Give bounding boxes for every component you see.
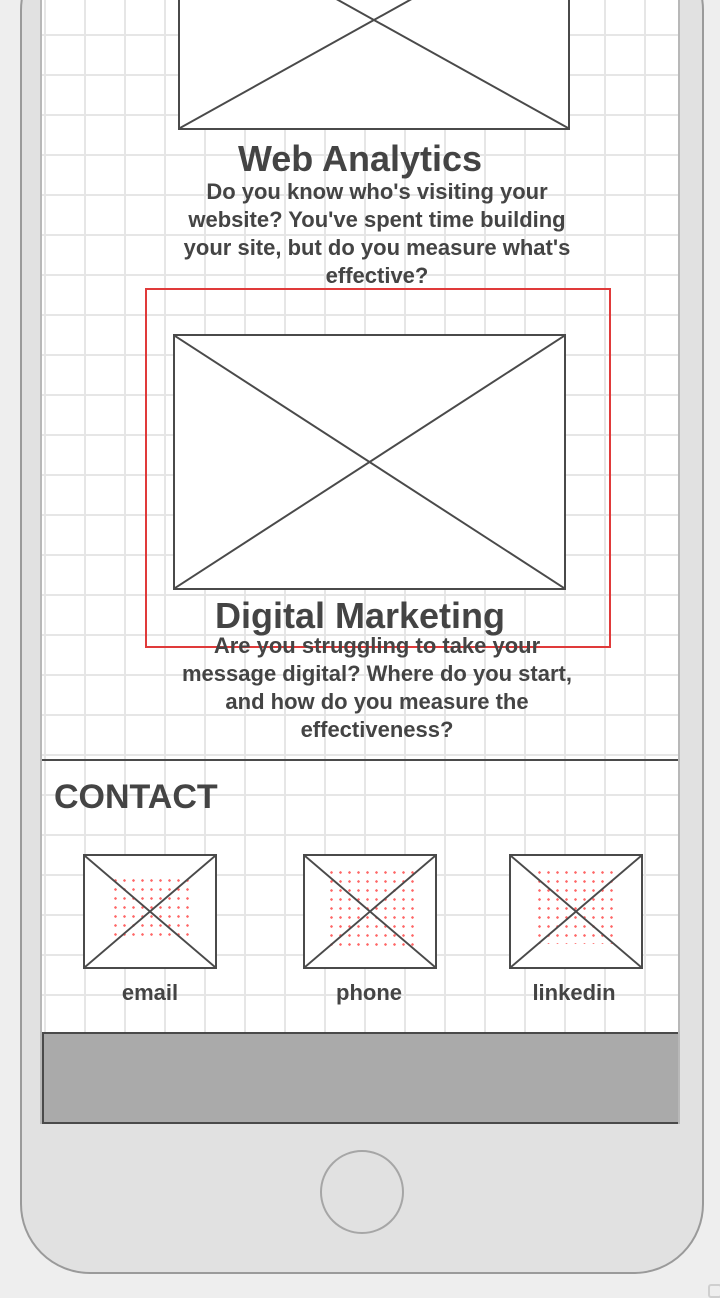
digital-marketing-line: effectiveness? — [300, 717, 454, 742]
linkedin-icon[interactable] — [509, 854, 643, 969]
email-icon[interactable] — [83, 854, 217, 969]
email-label[interactable]: email — [70, 980, 230, 1006]
web-analytics-description: Do you know who's visiting your website?… — [142, 178, 612, 290]
contact-heading: CONTACT — [54, 778, 218, 816]
web-analytics-line: Do you know who's visiting your — [206, 179, 548, 204]
web-analytics-line: website? You've spent time building — [188, 207, 566, 232]
digital-marketing-line: and how do you measure the — [225, 689, 529, 714]
section-divider — [42, 759, 678, 761]
web-analytics-line: your site, but do you measure what's — [183, 235, 571, 260]
footer-bar — [42, 1032, 678, 1124]
digital-marketing-line: Are you struggling to take your — [213, 633, 541, 658]
digital-marketing-title: Digital Marketing — [214, 595, 506, 636]
phone-label[interactable]: phone — [289, 980, 449, 1006]
phone-icon[interactable] — [303, 854, 437, 969]
web-analytics-line: effective? — [325, 263, 429, 288]
home-button[interactable] — [320, 1150, 404, 1234]
screen: Web Analytics Do you know who's visiting… — [40, 0, 680, 1124]
digital-marketing-line: message digital? Where do you start, — [182, 661, 572, 686]
linkedin-label[interactable]: linkedin — [494, 980, 654, 1006]
web-analytics-title: Web Analytics — [237, 138, 483, 179]
digital-marketing-image-placeholder — [173, 334, 566, 590]
digital-marketing-description: Are you struggling to take your message … — [137, 632, 617, 744]
web-analytics-image-placeholder — [178, 0, 570, 130]
